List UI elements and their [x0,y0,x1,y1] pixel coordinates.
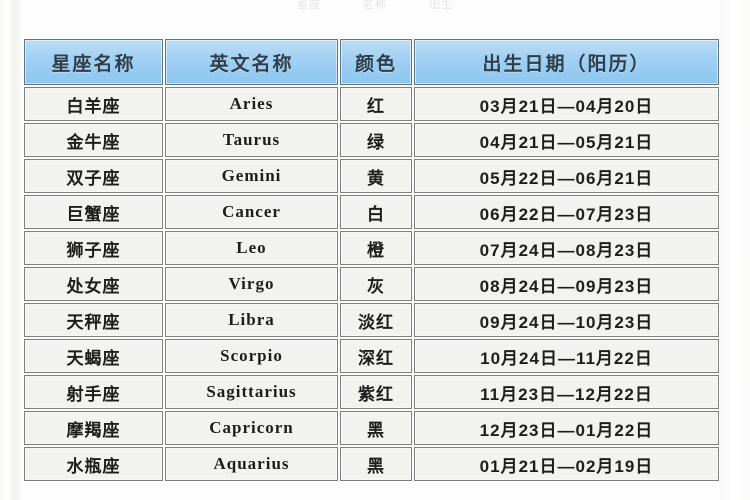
table-row: 双子座 Gemini 黄 05月22日—06月21日 [24,159,719,193]
table-row: 巨蟹座 Cancer 白 06月22日—07月23日 [24,195,719,229]
cell-color-name: 黑 [340,447,412,481]
cell-zodiac-name: 白羊座 [24,87,163,121]
table-row: 摩羯座 Capricorn 黑 12月23日—01月22日 [24,411,719,445]
cell-zodiac-name: 双子座 [24,159,163,193]
zodiac-table: 星座名称 英文名称 颜色 出生日期（阳历） 白羊座 Aries 红 03月21日—04… [22,37,721,483]
cell-color-name: 红 [340,87,412,121]
table-body: 白羊座 Aries 红 03月21日—04月20日 金牛座 Taurus 绿 04月21日—0… [24,87,719,481]
cell-zodiac-name: 摩羯座 [24,411,163,445]
cell-color-name: 紫红 [340,375,412,409]
cell-color-name: 深红 [340,339,412,373]
cell-color-name: 橙 [340,231,412,265]
cell-zodiac-name: 巨蟹座 [24,195,163,229]
cell-color-name: 淡红 [340,303,412,337]
cropped-text-fragment: 星座 [297,0,321,11]
cell-english-name: Cancer [165,195,338,229]
cell-color-name: 黄 [340,159,412,193]
cell-english-name: Scorpio [165,339,338,373]
table-row: 天蝎座 Scorpio 深红 10月24日—11月22日 [24,339,719,373]
cell-birth-date: 07月24日—08月23日 [414,231,719,265]
table-header-row: 星座名称 英文名称 颜色 出生日期（阳历） [24,39,719,85]
cell-color-name: 灰 [340,267,412,301]
cell-zodiac-name: 射手座 [24,375,163,409]
cell-birth-date: 04月21日—05月21日 [414,123,719,157]
cell-birth-date: 08月24日—09月23日 [414,267,719,301]
cell-color-name: 绿 [340,123,412,157]
cell-zodiac-name: 天蝎座 [24,339,163,373]
column-header-english-name: 英文名称 [165,39,338,85]
cell-english-name: Leo [165,231,338,265]
cell-zodiac-name: 金牛座 [24,123,163,157]
table-row: 水瓶座 Aquarius 黑 01月21日—02月19日 [24,447,719,481]
table-row: 狮子座 Leo 橙 07月24日—08月23日 [24,231,719,265]
screenshot-canvas: 星座 名称 出生 星座名称 英文名称 颜色 出生日期（阳历） 白羊座 Aries 红… [0,0,750,500]
cell-birth-date: 06月22日—07月23日 [414,195,719,229]
column-header-color: 颜色 [340,39,412,85]
cell-color-name: 黑 [340,411,412,445]
cell-birth-date: 03月21日—04月20日 [414,87,719,121]
scan-right-edge [720,0,750,500]
cell-birth-date: 12月23日—01月22日 [414,411,719,445]
scan-left-edge [0,0,22,500]
table-row: 射手座 Sagittarius 紫红 11月23日—12月22日 [24,375,719,409]
table-row: 处女座 Virgo 灰 08月24日—09月23日 [24,267,719,301]
column-header-birth-date: 出生日期（阳历） [414,39,719,85]
cell-english-name: Taurus [165,123,338,157]
cropped-text-fragment: 出生 [429,0,453,11]
cell-english-name: Gemini [165,159,338,193]
cell-birth-date: 10月24日—11月22日 [414,339,719,373]
cell-birth-date: 05月22日—06月21日 [414,159,719,193]
cropped-text-fragment: 名称 [363,0,387,11]
cell-birth-date: 09月24日—10月23日 [414,303,719,337]
cell-birth-date: 01月21日—02月19日 [414,447,719,481]
table-row: 金牛座 Taurus 绿 04月21日—05月21日 [24,123,719,157]
cell-zodiac-name: 天秤座 [24,303,163,337]
cell-zodiac-name: 狮子座 [24,231,163,265]
table-header: 星座名称 英文名称 颜色 出生日期（阳历） [24,39,719,85]
cell-english-name: Aquarius [165,447,338,481]
cell-color-name: 白 [340,195,412,229]
cropped-top-text: 星座 名称 出生 [0,0,750,14]
cell-zodiac-name: 处女座 [24,267,163,301]
cell-english-name: Sagittarius [165,375,338,409]
table-row: 白羊座 Aries 红 03月21日—04月20日 [24,87,719,121]
cell-birth-date: 11月23日—12月22日 [414,375,719,409]
cell-english-name: Capricorn [165,411,338,445]
cell-english-name: Libra [165,303,338,337]
cell-english-name: Aries [165,87,338,121]
column-header-zodiac-name: 星座名称 [24,39,163,85]
cell-zodiac-name: 水瓶座 [24,447,163,481]
table-row: 天秤座 Libra 淡红 09月24日—10月23日 [24,303,719,337]
cell-english-name: Virgo [165,267,338,301]
